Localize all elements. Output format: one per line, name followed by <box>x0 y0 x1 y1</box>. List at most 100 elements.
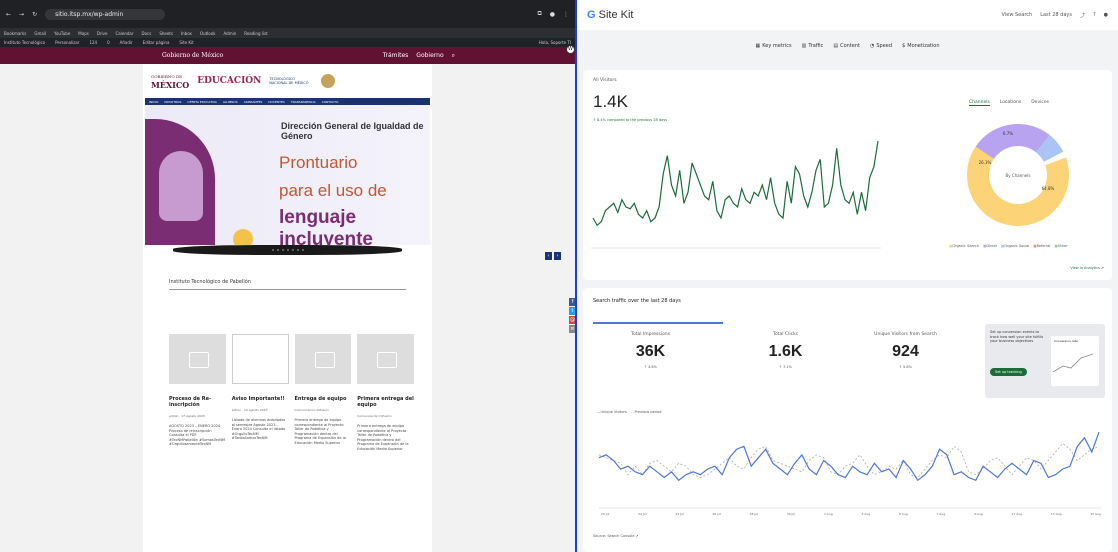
menu-icon[interactable]: ⋮ <box>563 11 569 18</box>
nav-speed[interactable]: ◔ Speed <box>870 43 892 49</box>
carousel-dot[interactable] <box>291 249 294 251</box>
metric-value: 924 <box>892 343 919 360</box>
profile-icon[interactable]: ● <box>550 11 555 18</box>
wp-bar-item[interactable]: Instituto Tecnológico <box>4 40 45 45</box>
search-icon[interactable]: ⌕ <box>452 52 455 60</box>
hero-banner[interactable]: Dirección General de Igualdad de Género … <box>145 105 430 245</box>
bookmark-item[interactable]: Admin <box>224 31 237 36</box>
wordpress-icon[interactable]: W <box>566 45 575 54</box>
promo-illustration: Conversion rate <box>1051 336 1099 386</box>
legend-item[interactable]: ■Organic Search <box>949 244 979 248</box>
nav-item[interactable]: INICIO <box>149 100 158 104</box>
bookmark-item[interactable]: Outlook <box>200 31 216 36</box>
carousel-dot[interactable] <box>276 249 279 251</box>
nav-item[interactable]: NOSOTROS <box>164 100 181 104</box>
news-card[interactable]: Primera entrega del equipo Comunicación … <box>357 334 414 451</box>
carousel-dot[interactable] <box>286 249 289 251</box>
nav-item[interactable]: TRANSPARENCIA <box>291 100 316 104</box>
left-browser-pane: ← → ↻ sitio.itsp.mx/wp-admin ⧉ ● ⋮ Bookm… <box>0 0 575 552</box>
carousel-dot[interactable] <box>281 249 284 251</box>
x-tick: 24 Jul <box>675 512 684 516</box>
x-tick: 15 Aug <box>1090 512 1101 516</box>
wp-bar-item[interactable]: Editar página <box>143 40 170 45</box>
legend-item[interactable]: ■Other <box>1054 244 1067 248</box>
address-bar[interactable]: sitio.itsp.mx/wp-admin <box>45 8 166 20</box>
wp-bar-item[interactable]: Site Kit <box>179 40 193 45</box>
nav-item[interactable]: DOCENTES <box>268 100 285 104</box>
card-title[interactable]: Primera entrega del equipo <box>357 396 414 408</box>
tab-devices[interactable]: Devices <box>1031 100 1049 106</box>
legend-label: Direct <box>986 244 997 248</box>
carousel-dot[interactable] <box>271 249 274 251</box>
card-meta: Comunicación Difusión <box>357 414 392 418</box>
nav-item[interactable]: ASPIRANTES <box>244 100 263 104</box>
nav-item[interactable]: CONTACTO <box>322 100 339 104</box>
nav-content[interactable]: ▤ Content <box>833 43 860 49</box>
date-range-selector[interactable]: Last 28 days <box>1040 12 1072 18</box>
wp-bar-item[interactable]: Personalizar <box>55 40 79 45</box>
account-icon[interactable]: ● <box>1104 12 1108 18</box>
forward-icon[interactable]: → <box>19 11 24 18</box>
bookmark-item[interactable]: Docs <box>142 31 152 36</box>
metric-unique-visitors[interactable]: Unique Visitors from Search 924 ↑ 5.8% <box>848 332 963 369</box>
reload-icon[interactable]: ↻ <box>32 11 37 18</box>
x-tick: 3 Aug <box>861 512 871 516</box>
wp-bar-item[interactable]: 124 <box>89 40 97 45</box>
bookmark-item[interactable]: Drive <box>97 31 108 36</box>
prev-arrow-icon[interactable]: ‹ <box>545 252 552 260</box>
legend-label: Other <box>1057 244 1068 248</box>
nav-monetization[interactable]: $ Monetization <box>902 43 939 49</box>
carousel-dot[interactable] <box>296 249 299 251</box>
nav-traffic[interactable]: ▥ Traffic <box>802 43 824 49</box>
gov-link[interactable]: Trámites <box>383 52 409 59</box>
news-card[interactable]: Proceso de Re-inscripción admin · 17 ago… <box>169 334 226 451</box>
next-arrow-icon[interactable]: › <box>554 252 561 260</box>
bookmark-item[interactable]: Calendar <box>116 31 134 36</box>
share-icon[interactable]: ⤴ <box>1080 12 1085 19</box>
legend-item[interactable]: ■Direct <box>983 244 997 248</box>
legend-item[interactable]: ■Referral <box>1033 244 1050 248</box>
card-title[interactable]: Aviso Importante!! <box>232 396 289 402</box>
news-card[interactable]: Aviso Importante!! admin · 14 agosto 202… <box>231 334 289 451</box>
wp-bar-user[interactable]: Hola, Soporte TI <box>539 40 571 45</box>
back-icon[interactable]: ← <box>6 11 11 18</box>
carousel-dot[interactable] <box>301 249 304 251</box>
news-card[interactable]: Entrega de equipo Comunicación Difusión … <box>294 334 352 451</box>
metric-impressions[interactable]: Total Impressions 36K ↑ 4.6% <box>593 332 708 369</box>
tecnm-logo: TECNOLÓGICO NACIONAL DE MÉXICO <box>269 77 309 85</box>
wp-bar-item[interactable]: 0 <box>107 40 110 45</box>
all-visitors-label: All Visitors <box>593 78 617 83</box>
legend-item[interactable]: - -Previous period <box>631 410 662 414</box>
card-title[interactable]: Proceso de Re-inscripción <box>169 396 226 408</box>
legend-item[interactable]: —Unique Visitors <box>597 410 627 414</box>
card-title[interactable]: Entrega de equipo <box>295 396 352 402</box>
wp-bar-item[interactable]: Añadir <box>120 40 133 45</box>
tab-locations[interactable]: Locations <box>1000 100 1021 106</box>
bookmark-item[interactable]: YouTube <box>54 31 70 36</box>
gov-link[interactable]: Gobierno <box>416 52 443 59</box>
view-analytics-link[interactable]: View in Analytics ↗ <box>1070 266 1104 270</box>
nav-key-metrics[interactable]: ▦ Key metrics <box>756 43 792 49</box>
bookmark-item[interactable]: Bookmarks <box>4 31 26 36</box>
legend-item[interactable]: ■Organic Social <box>1001 244 1029 248</box>
extensions-icon[interactable]: ⧉ <box>537 10 541 18</box>
nav-item[interactable]: ALUMNOS <box>223 100 238 104</box>
gov-logo[interactable]: Gobierno de México <box>162 52 223 59</box>
bookmark-item[interactable]: Reading list <box>244 31 267 36</box>
tab-channels[interactable]: Channels <box>969 100 990 106</box>
bookmark-item[interactable]: Gmail <box>34 31 46 36</box>
view-search-button[interactable]: View Search <box>1002 12 1033 18</box>
bookmark-item[interactable]: Inbox <box>181 31 192 36</box>
help-icon[interactable]: ? <box>1093 12 1096 18</box>
nav-item[interactable]: OFERTA EDUCATIVA <box>187 100 216 104</box>
x-tick: 13 Aug <box>1050 512 1062 516</box>
source-link[interactable]: Source: Search Console ↗ <box>593 534 638 538</box>
metric-clicks[interactable]: Total Clicks 1.6K ↑ 7.1% <box>728 332 843 369</box>
bookmark-item[interactable]: Sheets <box>159 31 173 36</box>
unique-visitors-line <box>598 431 1100 482</box>
nav-content-label: Content <box>840 43 860 49</box>
setup-tracking-button[interactable]: Set up tracking <box>990 368 1027 376</box>
metric-change: ↑ 5.8% <box>899 365 912 369</box>
bookmark-item[interactable]: Maps <box>78 31 89 36</box>
conversion-promo: Set up conversion events to track how we… <box>985 324 1105 398</box>
